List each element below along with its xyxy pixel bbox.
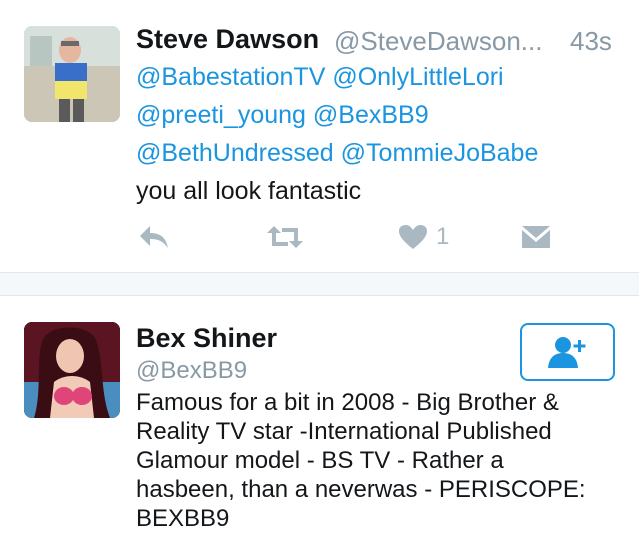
tweet-card[interactable]: Steve Dawson @SteveDawson... 43s @Babest… bbox=[0, 0, 639, 272]
tweet-timestamp: 43s bbox=[570, 26, 612, 56]
like-count: 1 bbox=[436, 223, 450, 250]
person-photo-icon bbox=[24, 26, 120, 122]
bio-line: Reality TV star -International Published bbox=[136, 418, 552, 445]
add-user-icon bbox=[547, 337, 585, 368]
profile-name[interactable]: Bex Shiner bbox=[136, 323, 277, 354]
profile-bio: Famous for a bit in 2008 - Big Brother &… bbox=[136, 388, 616, 533]
follow-button[interactable] bbox=[520, 323, 615, 381]
person-photo-icon bbox=[24, 322, 120, 418]
mention-link[interactable]: @BabestationTV bbox=[136, 63, 325, 91]
heart-icon bbox=[399, 225, 427, 249]
section-divider bbox=[0, 272, 639, 296]
mention-link[interactable]: @BethUndressed bbox=[136, 139, 334, 167]
bio-line: BEXBB9 bbox=[136, 505, 230, 532]
mention-link[interactable]: @preeti_young bbox=[136, 101, 306, 129]
bio-line: Famous for a bit in 2008 - Big Brother & bbox=[136, 389, 559, 416]
avatar[interactable] bbox=[24, 26, 120, 122]
profile-avatar[interactable] bbox=[24, 322, 120, 418]
reply-button[interactable] bbox=[138, 222, 170, 252]
bio-line: Glamour model - BS TV - Rather a bbox=[136, 447, 504, 474]
profile-handle[interactable]: @BexBB9 bbox=[136, 357, 247, 385]
mention-link[interactable]: @OnlyLittleLori bbox=[332, 63, 503, 91]
tweet-text: @BabestationTV @OnlyLittleLori @preeti_y… bbox=[136, 58, 538, 210]
tweet-message: you all look fantastic bbox=[136, 177, 362, 205]
mention-link[interactable]: @TommieJoBabe bbox=[341, 139, 539, 167]
retweet-icon bbox=[267, 226, 303, 248]
retweet-button[interactable] bbox=[266, 222, 304, 252]
bio-line: hasbeen, than a neverwas - PERISCOPE: bbox=[136, 476, 586, 503]
author-handle[interactable]: @SteveDawson... bbox=[334, 26, 542, 57]
mention-link[interactable]: @BexBB9 bbox=[313, 101, 429, 129]
reply-icon bbox=[140, 226, 168, 248]
dm-icon bbox=[522, 226, 550, 248]
direct-message-button[interactable] bbox=[521, 222, 551, 252]
like-button[interactable]: 1 bbox=[398, 222, 449, 252]
author-name[interactable]: Steve Dawson bbox=[136, 24, 319, 55]
